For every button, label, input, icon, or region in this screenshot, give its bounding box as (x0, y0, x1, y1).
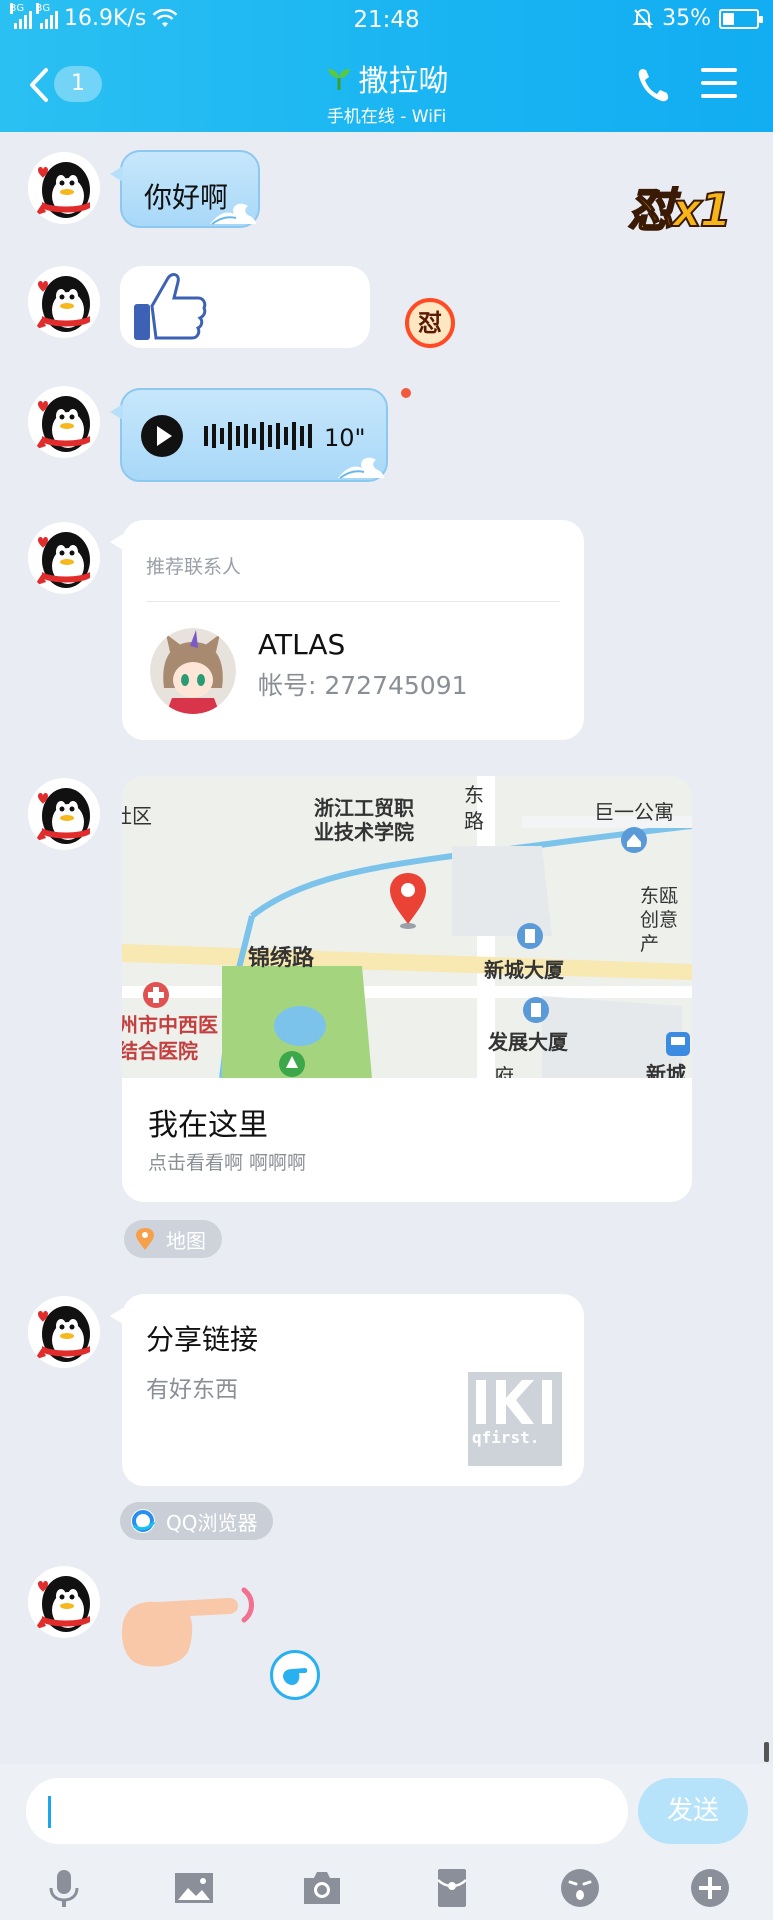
chat-header: 3G 3G 16.9K/s 21:48 35% 1 撒拉呦 手机在线 - WiF… (0, 0, 773, 132)
hospital-icon (143, 982, 169, 1008)
location-title: 我在这里 (148, 1108, 268, 1143)
penguin-avatar-icon (28, 1566, 100, 1638)
map-preview[interactable]: 社区 浙江工贸职业技术学院 东路 巨一公寓 东瓯创意产 锦绣路 新城大厦 州市中… (122, 776, 692, 1078)
bubble-tail (110, 166, 123, 182)
park-icon (279, 1051, 305, 1077)
presence-status: 手机在线 - WiFi (326, 107, 447, 127)
camera-icon[interactable] (300, 1866, 344, 1910)
map-label-college: 浙江工贸职业技术学院 (314, 796, 414, 844)
text-message-bubble[interactable]: 你好啊 (110, 150, 260, 228)
penguin-avatar-icon (28, 778, 100, 850)
plus-icon[interactable] (688, 1866, 732, 1910)
dui-badge[interactable]: 怼 (405, 298, 455, 348)
location-subtitle: 点击看看啊 啊啊啊 (148, 1152, 307, 1174)
bubble-tail (110, 1308, 123, 1324)
penguin-avatar-icon (28, 266, 100, 338)
avatar[interactable] (28, 386, 100, 458)
link-title: 分享链接 (146, 1323, 259, 1356)
card-label: 推荐联系人 (146, 556, 242, 578)
send-button[interactable]: 发送 (638, 1778, 748, 1844)
avatar[interactable] (28, 778, 100, 850)
penguin-avatar-icon (28, 152, 100, 224)
link-card[interactable]: 分享链接 有好东西 qfirst. (110, 1294, 584, 1486)
combo-badge: 怼x1 (627, 182, 733, 238)
qq-browser-icon (131, 1509, 156, 1533)
map-label-road-east: 东路 (464, 783, 484, 833)
image-icon[interactable] (172, 1866, 216, 1910)
map-label-building1: 新城大厦 (484, 958, 564, 982)
text-cursor (48, 1796, 51, 1828)
map-label-hospital: 州市中西医结合医院 (122, 1013, 218, 1063)
play-icon[interactable] (140, 414, 184, 458)
sticker-message-bubble[interactable] (120, 266, 370, 348)
voice-message-bubble[interactable]: 10" (110, 388, 388, 482)
map-label-road: 锦绣路 (248, 946, 315, 971)
contact-card-name: ATLAS (258, 628, 346, 661)
penguin-avatar-icon (28, 386, 100, 458)
battery-level (723, 12, 734, 25)
avatar[interactable] (28, 1566, 100, 1638)
building-icon (523, 997, 549, 1023)
link-thumb-logo (476, 1380, 552, 1424)
red-packet-icon[interactable] (430, 1866, 474, 1910)
avatar[interactable] (28, 152, 100, 224)
menu-icon[interactable] (701, 68, 737, 100)
phone-icon[interactable] (635, 66, 671, 104)
avatar[interactable] (28, 266, 100, 338)
link-description: 有好东西 (146, 1377, 238, 1403)
scrollbar[interactable] (764, 1742, 769, 1762)
bubble-tail (110, 404, 123, 420)
map-label-newcity: 新城 (646, 1062, 686, 1078)
sprout-icon (327, 69, 350, 90)
status-bar: 3G 3G 16.9K/s 21:48 35% (0, 0, 773, 42)
map-label-building2: 发展大厦 (488, 1030, 568, 1054)
contact-card[interactable]: 推荐联系人 ATLAS 帐号: 272745091 (110, 520, 584, 740)
contact-card-account: 帐号: 272745091 (258, 671, 468, 700)
wave-decoration-icon (210, 203, 256, 225)
map-source-pill[interactable]: 地图 (124, 1220, 222, 1258)
waveform-icon (204, 422, 312, 450)
mute-bell-icon (632, 8, 654, 29)
emoji-icon[interactable] (558, 1866, 602, 1910)
map-label-apartment: 巨一公寓 (594, 800, 674, 824)
avatar[interactable] (28, 1296, 100, 1368)
penguin-avatar-icon (28, 522, 100, 594)
battery-icon (719, 8, 763, 29)
link-thumbnail: qfirst. (468, 1372, 562, 1466)
location-pin-icon (390, 873, 426, 929)
map-source-label: 地图 (166, 1228, 206, 1253)
penguin-avatar-icon (28, 1296, 100, 1368)
bubble-tail (110, 534, 123, 550)
microphone-icon[interactable] (42, 1866, 86, 1910)
unplayed-dot (401, 388, 411, 398)
voice-duration: 10" (324, 424, 366, 452)
map-pin-icon (136, 1228, 154, 1250)
input-bar: 发送 (0, 1764, 773, 1920)
map-label-creative: 东瓯创意产 (640, 885, 679, 955)
battery-percent: 35% (662, 6, 711, 31)
message-input[interactable] (26, 1778, 628, 1844)
avatar[interactable] (28, 522, 100, 594)
wave-decoration-icon (338, 457, 384, 479)
pointing-hand-icon[interactable] (118, 1582, 258, 1672)
status-right: 35% (632, 6, 763, 31)
poke-hand-icon (283, 1668, 308, 1685)
browser-source-pill[interactable]: QQ浏览器 (120, 1502, 274, 1540)
poke-button[interactable] (270, 1650, 320, 1700)
map-label-district: 社区 (122, 804, 152, 828)
bus-icon (666, 1032, 690, 1056)
browser-source-label: QQ浏览器 (166, 1510, 258, 1535)
contact-name-title: 撒拉呦 (358, 64, 449, 99)
input-toolbar (0, 1860, 773, 1916)
apartment-icon (621, 827, 647, 853)
building-icon (517, 923, 543, 949)
link-thumb-text: qfirst. (472, 1428, 540, 1447)
contact-avatar (150, 628, 236, 714)
map-label-misc: 府 (494, 1064, 514, 1078)
thumbs-up-icon (134, 273, 207, 340)
card-divider (146, 601, 560, 602)
location-card[interactable]: 社区 浙江工贸职业技术学院 东路 巨一公寓 东瓯创意产 锦绣路 新城大厦 州市中… (122, 776, 692, 1202)
